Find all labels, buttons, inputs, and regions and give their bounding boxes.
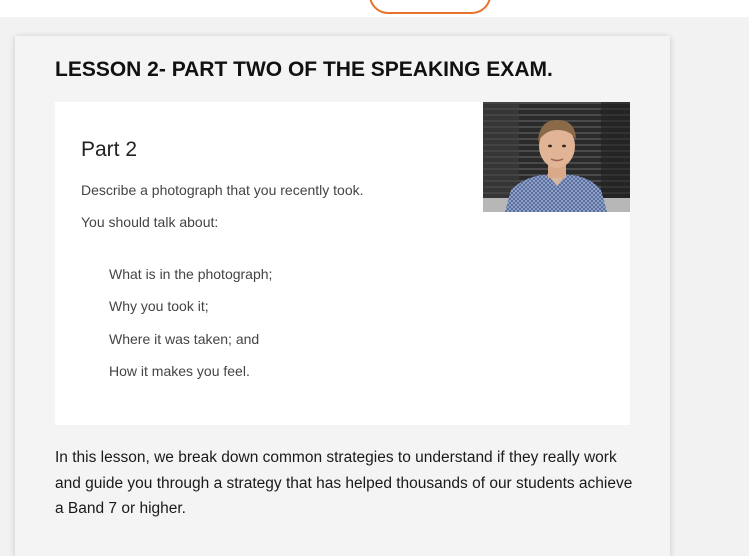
slide-instruction: You should talk about: <box>81 214 219 230</box>
top-bar <box>0 0 749 17</box>
slide-prompt: Describe a photograph that you recently … <box>81 182 364 198</box>
header-button[interactable] <box>369 0 491 14</box>
slide-point: What is in the photograph; <box>109 266 273 282</box>
lesson-description: In this lesson, we break down common str… <box>55 449 633 517</box>
lesson-card: LESSON 2- PART TWO OF THE SPEAKING EXAM.… <box>15 36 670 556</box>
slide-heading: Part 2 <box>81 138 138 161</box>
lesson-title: LESSON 2- PART TWO OF THE SPEAKING EXAM. <box>55 58 553 81</box>
slide-point: Why you took it; <box>109 298 209 314</box>
presenter-webcam-image <box>483 102 630 212</box>
slide-point: How it makes you feel. <box>109 363 250 379</box>
presenter-image <box>483 102 630 212</box>
slide-point: Where it was taken; and <box>109 331 260 347</box>
video-player[interactable]: Part 2 Describe a photograph that you re… <box>55 102 630 425</box>
